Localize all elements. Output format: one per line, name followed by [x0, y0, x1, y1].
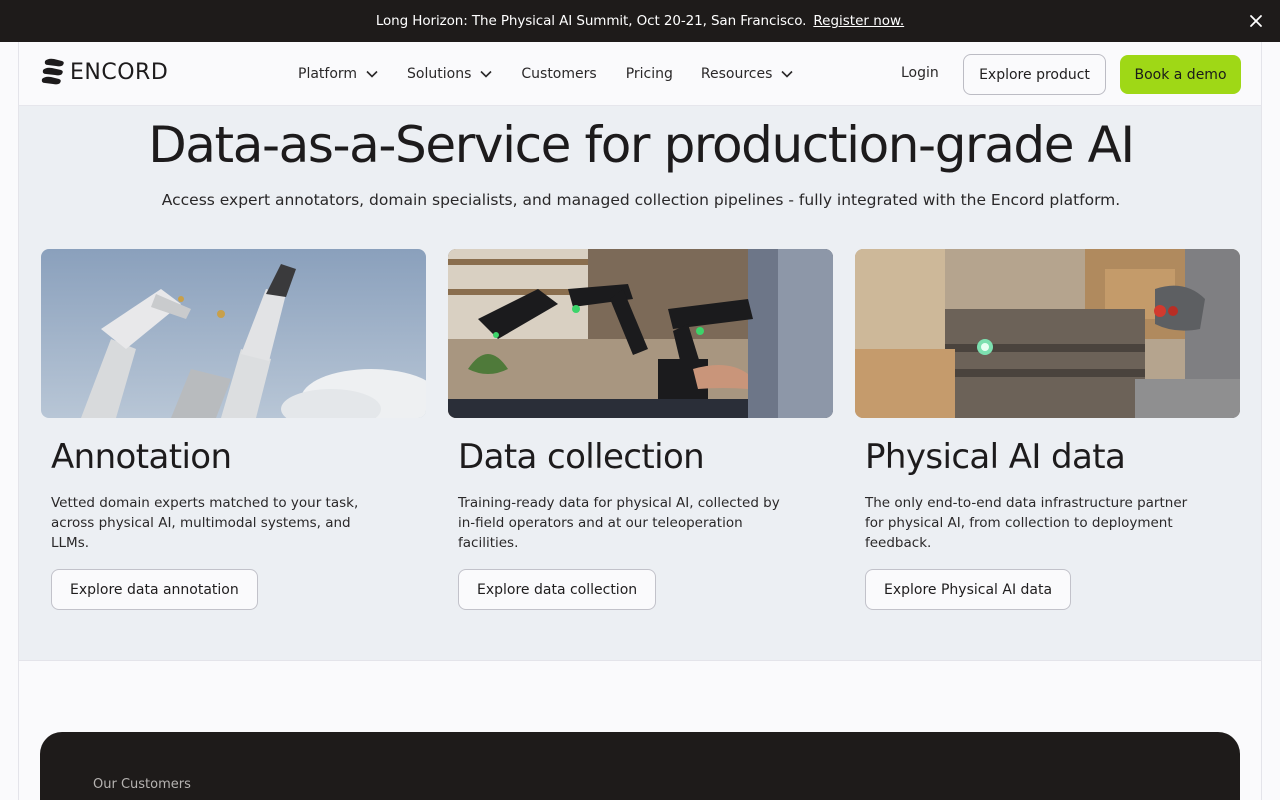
annotation-description: Vetted domain experts matched to your ta…	[51, 495, 359, 551]
explore-product-button[interactable]: Explore product	[963, 54, 1106, 95]
nav-solutions[interactable]: Solutions	[407, 66, 492, 82]
brand-wordmark: ENCORD	[70, 59, 169, 85]
nav-solutions-label: Solutions	[407, 66, 472, 82]
chevron-down-icon	[366, 70, 378, 78]
nav-customers-label: Customers	[521, 66, 597, 82]
nav-platform-label: Platform	[298, 66, 358, 82]
announcement-message: Long Horizon: The Physical AI Summit, Oc…	[375, 13, 807, 29]
hero-section: Data-as-a-Service for production-grade A…	[18, 106, 1262, 661]
annotation-image	[41, 249, 426, 418]
nav-pricing-label: Pricing	[625, 66, 673, 82]
data-collection-description: Training-ready data for physical AI, col…	[458, 495, 780, 551]
login-link[interactable]: Login	[901, 65, 939, 81]
data-collection-title: Data collection	[458, 437, 705, 477]
explore-collection-button[interactable]: Explore data collection	[458, 569, 657, 610]
encord-logo-icon	[41, 58, 64, 85]
register-link[interactable]: Register now.	[813, 13, 904, 29]
physical-ai-card: Physical AI data The only end-to-end dat…	[855, 249, 1240, 610]
annotation-title: Annotation	[51, 437, 232, 477]
nav-resources[interactable]: Resources	[701, 66, 794, 82]
brand-logo[interactable]: ENCORD	[40, 56, 168, 88]
hero-title: Data-as-a-Service for production-grade A…	[148, 116, 1135, 174]
annotation-card: Annotation Vetted domain experts matched…	[41, 249, 426, 610]
physical-ai-title: Physical AI data	[865, 437, 1126, 477]
nav-customers[interactable]: Customers	[521, 66, 596, 82]
customers-section: Our Customers	[40, 732, 1240, 800]
customers-label: Our Customers	[93, 777, 191, 792]
physical-ai-image	[855, 249, 1240, 418]
explore-annotation-button[interactable]: Explore data annotation	[51, 569, 258, 610]
main-nav: Platform Solutions Customers Pricing Res…	[298, 42, 793, 106]
nav-resources-label: Resources	[700, 66, 773, 82]
chevron-down-icon	[781, 70, 793, 78]
announcement-bar: Long Horizon: The Physical AI Summit, Oc…	[0, 0, 1280, 42]
site-header: ENCORD Platform Solutions Customers Pric…	[18, 42, 1262, 106]
data-collection-image	[448, 249, 833, 418]
chevron-down-icon	[480, 70, 492, 78]
hero-subtitle: Access expert annotators, domain special…	[161, 191, 1121, 209]
nav-pricing[interactable]: Pricing	[626, 66, 673, 82]
physical-ai-description: The only end-to-end data infrastructure …	[865, 495, 1188, 551]
explore-physical-ai-button[interactable]: Explore Physical AI data	[865, 569, 1072, 610]
nav-platform[interactable]: Platform	[298, 66, 378, 82]
close-icon[interactable]	[1247, 12, 1265, 30]
book-demo-button[interactable]: Book a demo	[1120, 55, 1241, 94]
data-collection-card: Data collection Training-ready data for …	[448, 249, 833, 610]
